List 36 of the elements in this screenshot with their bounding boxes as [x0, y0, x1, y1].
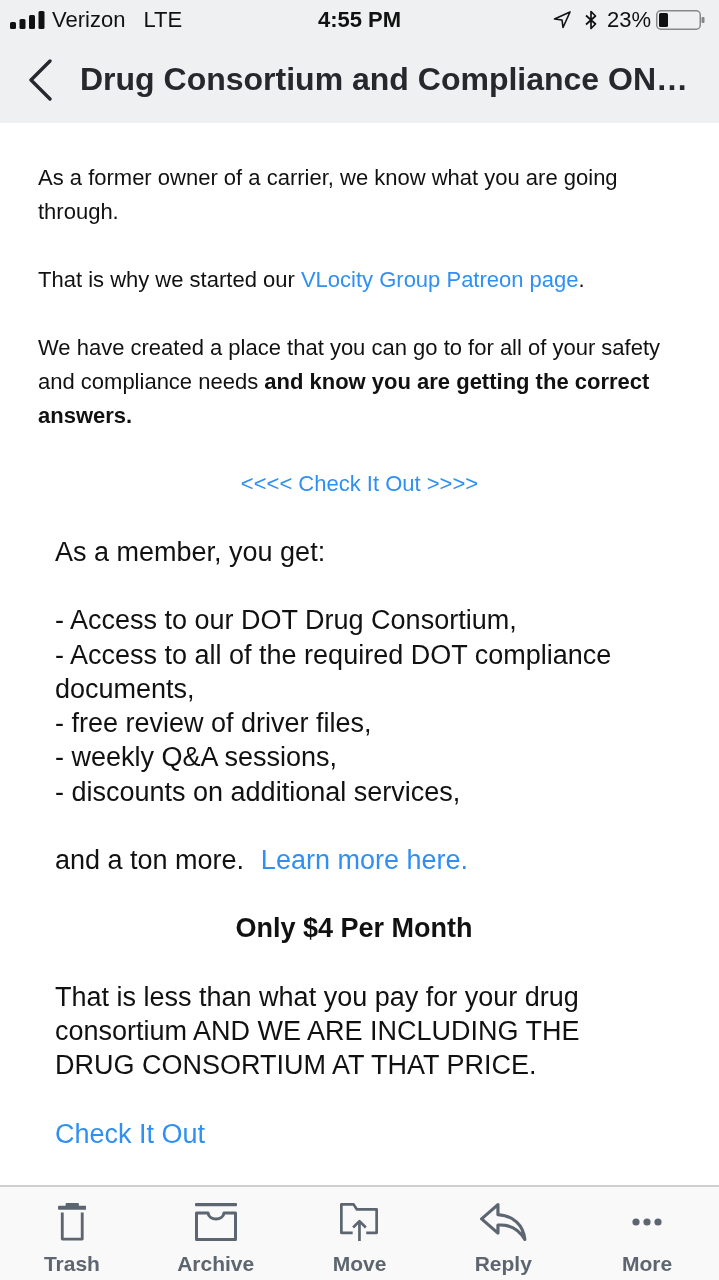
paragraph: That is why we started our VLocity Group Patreon page.	[38, 266, 586, 294]
battery-icon	[656, 10, 705, 30]
paragraph: We have created a place that you can go to for all of your safety and compliance needs and know you are getting the correct answers.	[38, 334, 662, 430]
location-arrow-icon	[552, 11, 571, 29]
back-button[interactable]	[27, 58, 53, 101]
list-item: - Access to our DOT Drug Consortium,	[55, 604, 518, 638]
check-it-out-link[interactable]: <<<< Check It Out >>>>	[240, 471, 479, 496]
paragraph: As a former owner of a carrier, we know what you are going through.	[38, 164, 619, 226]
bluetooth-icon	[584, 10, 597, 30]
toolbar-button[interactable]: More	[575, 1186, 719, 1280]
toolbar-button[interactable]: Archive	[143, 1186, 288, 1280]
signal-icon	[10, 11, 45, 29]
paragraph: That is less than what you pay for your drug consortium AND WE ARE INCLUDING THE DRUG CONSORTIUM AT THAT PRICE.	[55, 980, 581, 1083]
archive-icon	[194, 1202, 237, 1241]
network-type: LTE	[143, 7, 183, 33]
toolbar-button[interactable]: Trash	[0, 1186, 144, 1280]
email-subject: Drug Consortium and Compliance ON…	[80, 61, 689, 98]
check-it-out-link[interactable]: Check It Out	[55, 1118, 206, 1149]
text-link[interactable]: Learn more here.	[260, 845, 468, 876]
toolbar-button[interactable]: Reply	[431, 1186, 576, 1280]
paragraph: As a member, you get:	[55, 536, 327, 569]
reply-icon	[480, 1202, 527, 1241]
more-icon	[632, 1217, 663, 1226]
list-item: - weekly Q&A sessions,	[55, 741, 339, 775]
folder-upload-icon	[340, 1202, 379, 1241]
paragraph: and a ton more. Learn more here.	[55, 844, 469, 878]
list-item: - free review of driver files,	[55, 707, 373, 741]
text-link[interactable]: VLocity Group Patreon page	[300, 267, 579, 292]
clock-time: 4:55 PM	[317, 7, 402, 33]
price-heading: Only $4 Per Month	[235, 913, 473, 944]
list-item: - Access to all of the required DOT compliance documents,	[55, 638, 613, 706]
toolbar-button[interactable]: Move	[287, 1186, 432, 1280]
list-item: - discounts on additional services,	[55, 775, 462, 809]
battery-percent: 23%	[606, 7, 651, 33]
trash-icon	[57, 1202, 87, 1241]
carrier-name: Verizon	[52, 7, 126, 33]
